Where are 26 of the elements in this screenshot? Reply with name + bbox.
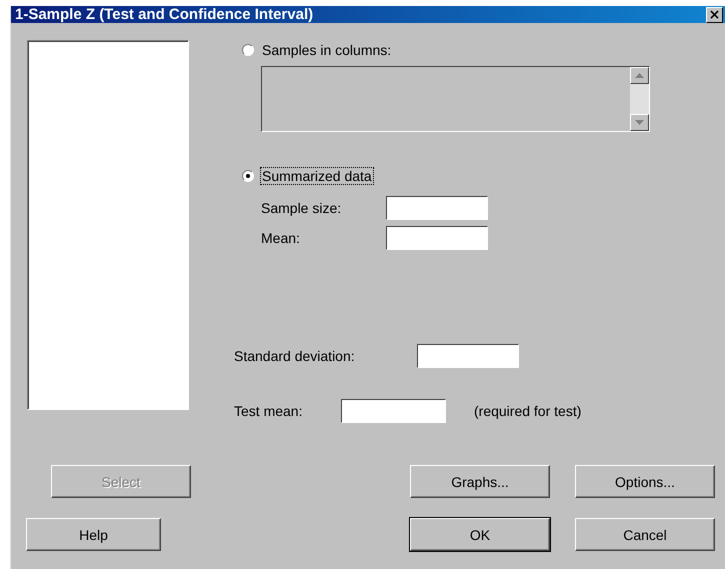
down-arrow-icon [635, 120, 644, 125]
field-label: Mean: [261, 230, 301, 246]
input-field[interactable] [341, 399, 446, 423]
dialog-button[interactable]: Options... [575, 465, 715, 498]
field-label: Sample size: [261, 200, 342, 216]
scroll-up-button[interactable] [630, 67, 649, 84]
radio-button[interactable] [242, 44, 254, 56]
scroll-down-button[interactable] [630, 114, 649, 131]
input-field[interactable] [386, 196, 488, 220]
field-label: Test mean: [234, 403, 304, 419]
up-arrow-icon [635, 73, 644, 78]
note-text: (required for test) [474, 403, 582, 419]
window-title: 1-Sample Z (Test and Confidence Interval) [15, 6, 314, 23]
close-button[interactable]: × [706, 6, 723, 22]
radio-label[interactable]: Summarized data [260, 167, 374, 185]
scrollbar[interactable] [630, 67, 649, 131]
field-label: Standard deviation: [234, 348, 356, 364]
dialog-button[interactable]: Help [26, 518, 161, 551]
dialog-button[interactable]: OK [410, 518, 550, 551]
input-field[interactable] [417, 344, 519, 368]
dialog-button[interactable]: Cancel [575, 518, 715, 551]
radio-button[interactable] [242, 170, 254, 182]
dialog-button[interactable]: Graphs... [410, 465, 550, 498]
input-field[interactable] [386, 226, 488, 250]
radio-label[interactable]: Samples in columns: [260, 41, 394, 59]
columns-field[interactable] [261, 66, 650, 132]
